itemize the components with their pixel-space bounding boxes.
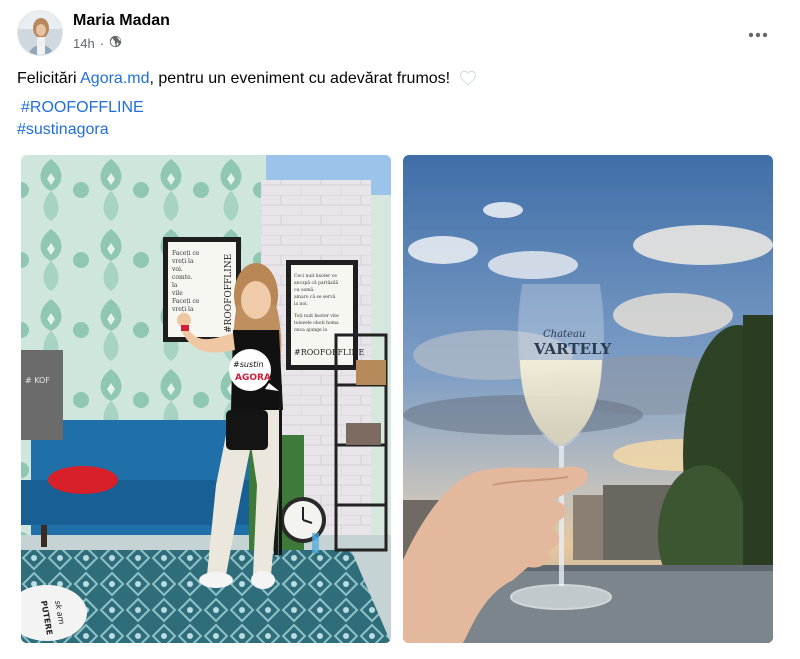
frame2-line-8: onca ajunge la bbox=[294, 327, 328, 333]
frame2-line-1: Ceci nuit ksoter ce bbox=[294, 273, 337, 279]
post-photo-1[interactable]: Faceți ce vreți la voi. comte. la vile F… bbox=[21, 155, 391, 643]
more-horizontal-icon bbox=[748, 22, 768, 43]
frame2-line-7: toiezele ohoti homa bbox=[294, 320, 339, 326]
frame2-line-4: amaro că se servă bbox=[294, 293, 336, 300]
frame1-line-4: comte. bbox=[172, 274, 193, 281]
frame1-brand: #ROOFOFFLINE bbox=[224, 254, 234, 333]
more-options-button[interactable] bbox=[746, 20, 770, 44]
frame1-line-1: Faceți ce bbox=[172, 250, 200, 257]
glass-text-1: Chateau bbox=[543, 329, 585, 340]
frame1-line-3: voi. bbox=[171, 266, 183, 273]
post-text-after: , pentru un eveniment cu adevărat frumos… bbox=[149, 70, 451, 87]
post-meta: 14h · bbox=[73, 35, 122, 51]
mention-link[interactable]: Agora.md bbox=[80, 70, 149, 87]
post-time[interactable]: 14h bbox=[73, 36, 95, 51]
frame2-brand: #ROOFOFFLINE bbox=[294, 348, 365, 357]
frame1-line-7: Faceți ce bbox=[172, 298, 200, 305]
frame1-line-2: vreți la bbox=[171, 258, 194, 265]
post-text: Felicitări Agora.md, pentru un eveniment… bbox=[17, 68, 477, 90]
facebook-post: Maria Madan 14h · Felicitări Agora.md, p… bbox=[0, 0, 800, 659]
post-text-before: Felicitări bbox=[17, 70, 81, 87]
frame2-line-5: la noi. bbox=[294, 301, 309, 307]
left-sign-text: # KOF bbox=[25, 376, 50, 385]
glass-text-2: VARTELY bbox=[533, 340, 611, 358]
frame2-line-2: anczpă că partăzilă bbox=[294, 279, 339, 286]
frame1-line-5: la bbox=[172, 282, 178, 289]
frame2-line-3: cu oamă. bbox=[294, 286, 315, 293]
author-name[interactable]: Maria Madan bbox=[73, 12, 170, 30]
hashtag-sustinagora[interactable]: #sustinagora bbox=[17, 121, 109, 139]
frame2-line-6: Toți nuit ksoter vite bbox=[294, 313, 339, 319]
frame1-line-8: vreți la bbox=[171, 306, 194, 313]
sign-text-2: AGORA bbox=[235, 373, 271, 383]
sign-text-1: #sustin bbox=[233, 360, 264, 369]
meta-separator: · bbox=[99, 35, 105, 51]
hashtag-roofoffline[interactable]: #ROOFOFFLINE bbox=[21, 99, 144, 117]
frame1-line-6: vile bbox=[171, 290, 183, 297]
white-heart-icon bbox=[459, 69, 477, 87]
globe-icon[interactable] bbox=[109, 35, 122, 51]
author-avatar[interactable] bbox=[17, 10, 63, 56]
post-photo-2[interactable]: Chateau VARTELY bbox=[403, 155, 773, 643]
